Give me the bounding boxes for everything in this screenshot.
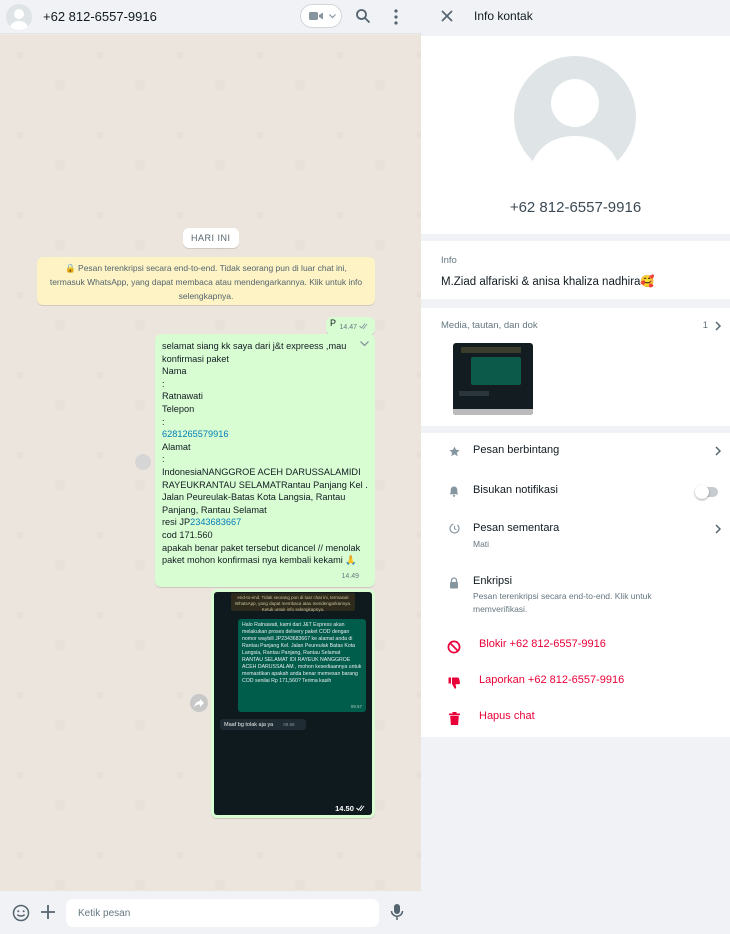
message-line: : — [162, 378, 165, 389]
plus-icon[interactable] — [40, 904, 56, 920]
block-icon — [447, 640, 461, 654]
encryption-notice[interactable]: 🔒 Pesan terenkripsi secara end-to-end. T… — [37, 257, 375, 305]
message-time: 14.47 — [340, 323, 369, 331]
starred-messages-row[interactable]: Pesan berbintang — [421, 433, 730, 469]
encryption-row[interactable]: Enkripsi Pesan terenkripsi secara end-to… — [421, 570, 730, 620]
default-avatar-icon[interactable] — [514, 56, 636, 178]
block-label: Blokir +62 812-6557-9916 — [479, 638, 606, 650]
message-line: Panjang, Rantau Selamat — [162, 504, 267, 515]
phone-link[interactable]: 6281265579916 — [162, 428, 368, 441]
disappearing-label: Pesan sementara — [473, 522, 560, 534]
message-line: Alamat — [162, 441, 191, 452]
media-card[interactable]: Media, tautan, dan dok 1 — [421, 308, 730, 426]
message-line: : — [162, 454, 165, 465]
outgoing-message[interactable]: P 14.47 — [326, 317, 375, 335]
video-call-button[interactable] — [300, 4, 342, 28]
mute-label: Bisukan notifikasi — [473, 484, 558, 496]
message-line: Telepon — [162, 403, 195, 414]
disappearing-messages-row[interactable]: Pesan sementara Mati — [421, 517, 730, 557]
mic-icon[interactable] — [390, 903, 404, 921]
message-input[interactable] — [66, 899, 379, 927]
date-divider: HARI INI — [183, 228, 239, 248]
search-icon[interactable] — [355, 8, 371, 24]
image-green-text: Halo Ratnawati, kami dari J&T Express ak… — [242, 622, 362, 684]
chat-messages[interactable]: HARI INI 🔒 Pesan terenkripsi secara end-… — [0, 35, 421, 891]
close-icon[interactable] — [441, 10, 453, 22]
chevron-right-icon[interactable] — [715, 321, 721, 331]
lock-icon — [450, 577, 458, 589]
message-line: RAYEUKRANTAU SELAMATRantau Panjang Kel . — [162, 479, 368, 490]
video-call-icon — [309, 12, 323, 20]
image-green-bubble: Halo Ratnawati, kami dari J&T Express ak… — [238, 619, 366, 712]
screenshot-image[interactable]: end-to-end. Tidak seorang pun di luar ch… — [214, 592, 372, 815]
message-time: 14.50 — [335, 804, 367, 813]
forward-icon[interactable] — [190, 694, 208, 712]
message-time: 14.49 — [341, 573, 359, 581]
image-enc-note: end-to-end. Tidak seorang pun di luar ch… — [231, 593, 355, 612]
delete-chat-row[interactable]: Hapus chat — [421, 704, 730, 734]
encryption-label: Enkripsi — [473, 575, 513, 587]
menu-icon[interactable] — [391, 8, 401, 26]
mute-notifications-row[interactable]: Bisukan notifikasi — [421, 473, 730, 509]
about-card: Info M.Ziad alfariski & anisa khaliza na… — [421, 241, 730, 299]
media-label: Media, tautan, dan dok — [441, 320, 538, 331]
starred-label: Pesan berbintang — [473, 444, 560, 456]
message-line: konfirmasi paket — [162, 353, 229, 364]
image-gray-bubble: Maaf bg tolak aja ya 09.58 — [220, 719, 306, 730]
chat-header[interactable]: +62 812-6557-9916 — [0, 0, 421, 34]
thumbs-down-icon — [448, 677, 460, 689]
message-line: IndonesiaNANGGROE ACEH DARUSSALAMIDI — [162, 466, 361, 477]
about-text: M.Ziad alfariski & anisa khaliza nadhira… — [441, 276, 655, 288]
report-contact-row[interactable]: Laporkan +62 812-6557-9916 — [421, 668, 730, 698]
image-green-time: 09.57 — [350, 704, 362, 709]
forward-icon[interactable] — [135, 454, 151, 470]
report-label: Laporkan +62 812-6557-9916 — [479, 674, 625, 686]
media-thumbnail[interactable] — [453, 343, 533, 415]
message-line: Jalan Peureulak-Batas Kota Langsia, Rant… — [162, 492, 346, 503]
chevron-right-icon — [715, 446, 721, 456]
delete-label: Hapus chat — [479, 710, 535, 722]
default-avatar-icon[interactable] — [6, 4, 32, 30]
encryption-description: Pesan terenkripsi secara end-to-end. Kli… — [473, 591, 652, 614]
message-line: : — [162, 416, 165, 427]
message-text: P — [330, 318, 337, 328]
media-count: 1 — [702, 320, 708, 331]
image-gray-text: Maaf bg tolak aja ya — [224, 722, 274, 728]
about-label: Info — [441, 255, 457, 266]
chevron-right-icon — [715, 524, 721, 534]
chat-contact-name[interactable]: +62 812-6557-9916 — [43, 9, 157, 24]
outgoing-message[interactable]: selamat siang kk saya dari j&t expreess … — [155, 334, 375, 587]
image-gray-time: 09.58 — [283, 722, 295, 727]
message-line: selamat siang kk saya dari j&t expreess … — [162, 341, 347, 351]
resi-line: resi JP2343683667 — [162, 517, 242, 528]
profile-card: +62 812-6557-9916 — [421, 36, 730, 234]
image-message[interactable]: end-to-end. Tidak seorang pun di luar ch… — [211, 589, 375, 818]
trash-icon — [449, 712, 460, 725]
profile-phone: +62 812-6557-9916 — [509, 199, 642, 216]
settings-card: Pesan berbintang Bisukan notifikasi Pesa… — [421, 433, 730, 737]
composer — [0, 891, 421, 934]
message-line: apakah benar paket tersebut dicancel // … — [162, 542, 361, 553]
message-line: paket mohon konfirmasi nya kembali kekam… — [162, 555, 357, 566]
message-line: Ratnawati — [162, 391, 203, 402]
chevron-down-icon[interactable] — [360, 341, 369, 347]
bell-icon — [449, 486, 459, 497]
tracking-number-link[interactable]: 2343683667 — [190, 517, 241, 527]
info-header: Info kontak — [421, 0, 730, 34]
disappearing-status: Mati — [473, 539, 490, 549]
chevron-down-icon — [329, 14, 336, 19]
info-title: Info kontak — [474, 9, 533, 23]
chat-pane: +62 812-6557-9916 HARI INI 🔒 Pesan teren… — [0, 0, 421, 934]
block-contact-row[interactable]: Blokir +62 812-6557-9916 — [421, 632, 730, 662]
star-icon — [449, 446, 460, 457]
emoji-icon[interactable] — [12, 904, 30, 922]
timer-icon — [449, 523, 460, 534]
message-line: cod 171.560 — [162, 529, 213, 540]
mute-toggle[interactable] — [695, 485, 718, 499]
message-line: Nama — [162, 366, 187, 377]
contact-info-pane: Info kontak +62 812-6557-9916 Info M.Zia… — [421, 0, 730, 934]
double-check-icon — [356, 805, 365, 812]
double-check-icon — [359, 323, 368, 330]
